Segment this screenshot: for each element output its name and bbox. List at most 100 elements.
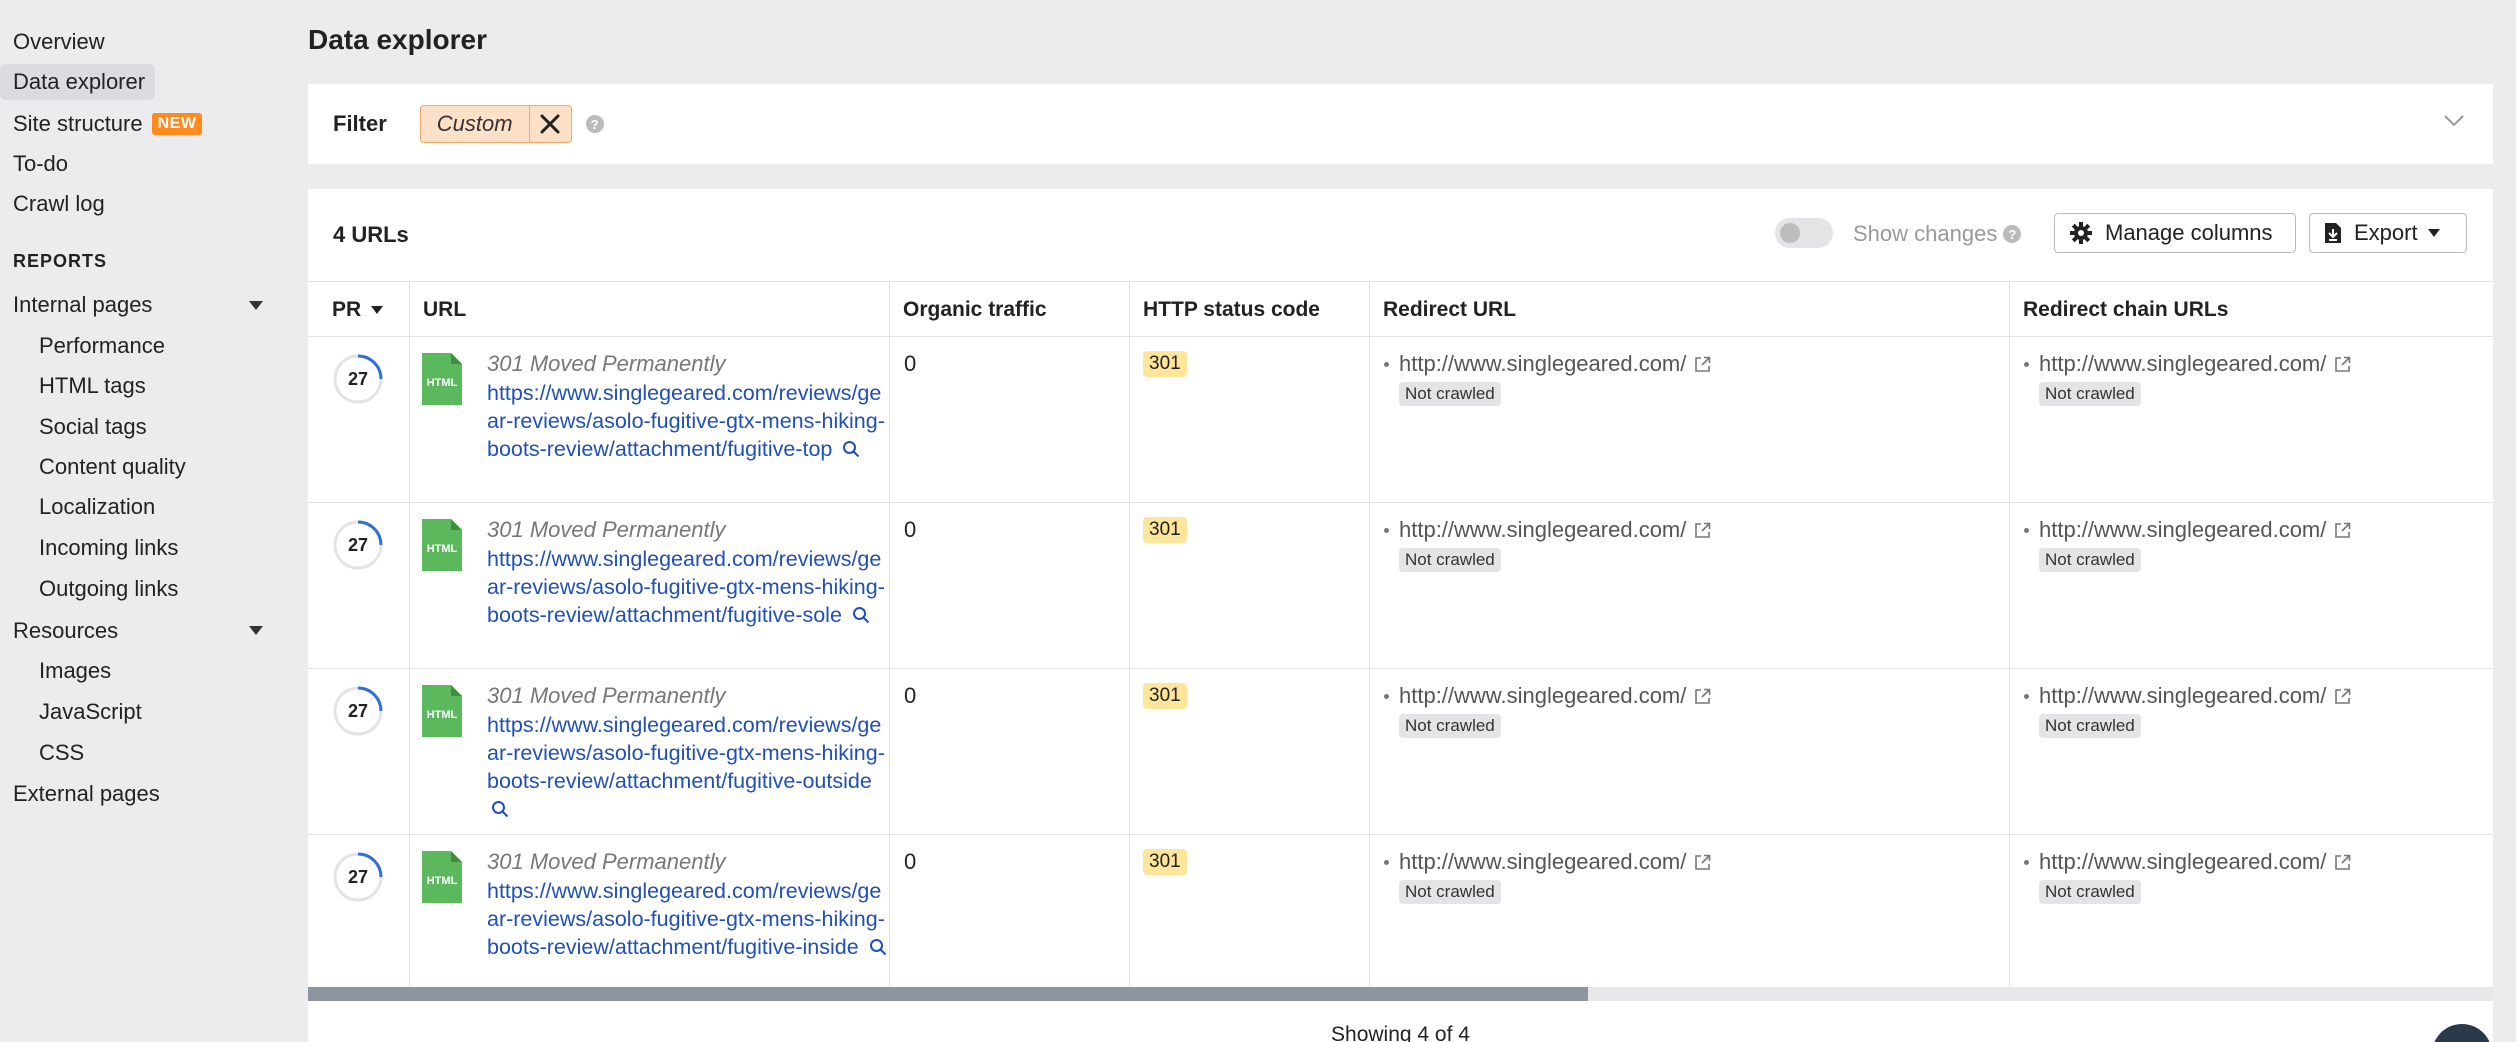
nav-css-label: CSS xyxy=(39,740,85,765)
url-status: 301 Moved Permanently xyxy=(487,683,726,708)
table-row: 27 HTML 301 Moved Permanently https://ww… xyxy=(308,337,2493,503)
sort-desc-icon xyxy=(371,306,384,314)
nav-to-do[interactable]: To-do xyxy=(0,146,68,182)
nav-javascript[interactable]: JavaScript xyxy=(0,694,142,730)
url-link[interactable]: https://www.singlegeared.com/reviews/gea… xyxy=(487,547,885,627)
external-link-icon[interactable] xyxy=(1694,688,1711,705)
chevron-down-icon xyxy=(2427,229,2440,237)
nav-site-structure-label: Site structure xyxy=(13,111,143,136)
filter-bar: Filter Custom ? xyxy=(308,84,2493,164)
nav-incoming-links[interactable]: Incoming links xyxy=(0,530,178,566)
column-header-redirect-url[interactable]: Redirect URL xyxy=(1370,282,2010,338)
search-icon[interactable] xyxy=(869,938,887,956)
close-icon[interactable] xyxy=(528,106,571,142)
bullet xyxy=(1384,859,1389,865)
filter-chip[interactable]: Custom xyxy=(419,105,572,143)
url-link[interactable]: https://www.singlegeared.com/reviews/gea… xyxy=(487,381,885,461)
redirect-chain-link[interactable]: http://www.singlegeared.com/ xyxy=(2039,849,2326,875)
nav-localization[interactable]: Localization xyxy=(0,489,155,525)
filter-label: Filter xyxy=(333,111,387,136)
nav-site-structure[interactable]: Site structure NEW xyxy=(0,106,203,142)
nav-outgoing-links[interactable]: Outgoing links xyxy=(0,571,178,607)
scrollbar-thumb[interactable] xyxy=(308,987,1588,1001)
redirect-url-link[interactable]: http://www.singlegeared.com/ xyxy=(1399,849,1686,875)
column-header-organic-traffic[interactable]: Organic traffic xyxy=(890,282,1130,338)
external-link-icon[interactable] xyxy=(2334,854,2351,871)
column-header-url[interactable]: URL xyxy=(410,282,890,338)
not-crawled-badge: Not crawled xyxy=(2039,548,2141,572)
url-link-wrap: https://www.singlegeared.com/reviews/gea… xyxy=(487,711,887,823)
nav-overview[interactable]: Overview xyxy=(0,24,105,60)
redirect-url-link[interactable]: http://www.singlegeared.com/ xyxy=(1399,351,1686,377)
http-status-cell: 301 xyxy=(1130,669,1370,835)
manage-columns-button[interactable]: Manage columns xyxy=(2054,213,2296,253)
status-badge: 301 xyxy=(1143,517,1187,543)
export-button[interactable]: Export xyxy=(2309,213,2467,253)
new-badge: NEW xyxy=(151,113,203,135)
help-icon[interactable]: ? xyxy=(2003,225,2022,243)
column-header-redirect-chain[interactable]: Redirect chain URLs xyxy=(2010,282,2493,338)
nav-images[interactable]: Images xyxy=(0,653,111,689)
not-crawled-badge: Not crawled xyxy=(2039,382,2141,406)
not-crawled-badge: Not crawled xyxy=(2039,880,2141,904)
url-link[interactable]: https://www.singlegeared.com/reviews/gea… xyxy=(487,713,885,793)
nav-data-explorer[interactable]: Data explorer xyxy=(0,64,156,100)
table-row: 27 HTML 301 Moved Permanently https://ww… xyxy=(308,835,2493,987)
search-icon[interactable] xyxy=(852,606,870,624)
not-crawled-badge: Not crawled xyxy=(2039,714,2141,738)
external-link-icon[interactable] xyxy=(2334,688,2351,705)
url-status: 301 Moved Permanently xyxy=(487,849,726,874)
internal-pages-caret-icon[interactable] xyxy=(249,301,263,310)
search-icon[interactable] xyxy=(842,440,860,458)
nav-performance[interactable]: Performance xyxy=(0,328,165,364)
redirect-chain-item: http://www.singlegeared.com/ xyxy=(2024,351,2351,377)
column-header-redirect-url-label: Redirect URL xyxy=(1383,298,1517,321)
pr-cell: 27 xyxy=(308,337,410,503)
horizontal-scrollbar[interactable] xyxy=(308,987,2493,1001)
redirect-chain-link[interactable]: http://www.singlegeared.com/ xyxy=(2039,351,2326,377)
nav-html-tags[interactable]: HTML tags xyxy=(0,368,146,404)
url-link[interactable]: https://www.singlegeared.com/reviews/gea… xyxy=(487,879,885,959)
redirect-url-cell: http://www.singlegeared.com/ Not crawled xyxy=(1370,337,2010,503)
nav-data-explorer-label: Data explorer xyxy=(13,69,146,94)
external-link-icon[interactable] xyxy=(1694,854,1711,871)
status-badge: 301 xyxy=(1143,683,1187,709)
column-header-pr[interactable]: PR xyxy=(308,282,410,338)
url-status: 301 Moved Permanently xyxy=(487,517,726,542)
search-icon[interactable] xyxy=(491,800,509,818)
nav-social-tags[interactable]: Social tags xyxy=(0,409,147,445)
filter-chip-label[interactable]: Custom xyxy=(421,106,529,142)
nav-incoming-links-label: Incoming links xyxy=(39,535,179,560)
redirect-url-item: http://www.singlegeared.com/ xyxy=(1384,683,1711,709)
table-header: PR URL Organic traffic HTTP status code … xyxy=(308,281,2493,338)
http-status-cell: 301 xyxy=(1130,503,1370,669)
not-crawled-badge: Not crawled xyxy=(1399,880,1501,904)
nav-crawl-log[interactable]: Crawl log xyxy=(0,186,105,222)
pr-value: 27 xyxy=(347,534,369,555)
nav-css[interactable]: CSS xyxy=(0,735,84,771)
redirect-url-link[interactable]: http://www.singlegeared.com/ xyxy=(1399,517,1686,543)
url-count: 4 URLs xyxy=(333,222,409,247)
nav-external-pages[interactable]: External pages xyxy=(0,776,160,812)
sidebar: Overview Data explorer Site structure NEW… xyxy=(0,0,290,1042)
help-icon[interactable]: ? xyxy=(585,115,604,133)
pr-value: 27 xyxy=(347,866,369,887)
organic-traffic-cell: 0 xyxy=(890,337,1130,503)
external-link-icon[interactable] xyxy=(1694,356,1711,373)
external-link-icon[interactable] xyxy=(2334,356,2351,373)
column-header-organic-traffic-label: Organic traffic xyxy=(903,298,1047,321)
page-title: Data explorer xyxy=(308,24,487,55)
redirect-url-link[interactable]: http://www.singlegeared.com/ xyxy=(1399,683,1686,709)
resources-caret-icon[interactable] xyxy=(249,626,263,635)
external-link-icon[interactable] xyxy=(1694,522,1711,539)
redirect-chain-link[interactable]: http://www.singlegeared.com/ xyxy=(2039,517,2326,543)
redirect-chain-link[interactable]: http://www.singlegeared.com/ xyxy=(2039,683,2326,709)
nav-resources[interactable]: Resources xyxy=(0,613,118,649)
url-cell: HTML 301 Moved Permanently https://www.s… xyxy=(410,835,890,987)
nav-internal-pages[interactable]: Internal pages xyxy=(0,287,152,323)
nav-content-quality[interactable]: Content quality xyxy=(0,449,186,485)
column-header-http-status[interactable]: HTTP status code xyxy=(1130,282,1370,338)
chevron-down-icon[interactable] xyxy=(2443,114,2465,133)
show-changes-toggle[interactable] xyxy=(1775,218,1833,248)
external-link-icon[interactable] xyxy=(2334,522,2351,539)
